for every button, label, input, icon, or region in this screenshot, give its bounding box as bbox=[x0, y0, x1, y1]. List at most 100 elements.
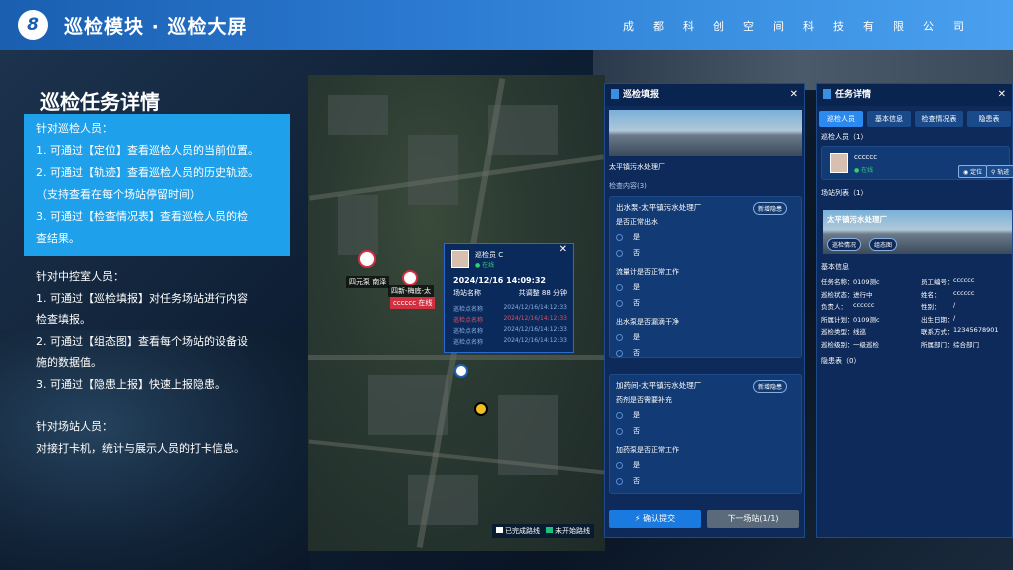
description-text: 针对中控室人员： 1. 可通过【巡检填报】对任务场站进行内容 检查填报。 2. … bbox=[36, 266, 296, 459]
note-line: 查结果。 bbox=[36, 232, 80, 245]
info-value: 进行中 bbox=[853, 290, 873, 299]
question: 流量计是否正常工作 bbox=[616, 268, 679, 276]
avatar bbox=[830, 153, 848, 173]
close-icon[interactable]: ✕ bbox=[998, 84, 1006, 106]
popup-row: 巡检点名称 2024/12/16/14:12:33 bbox=[453, 326, 567, 335]
add-hazard-button[interactable]: 新增隐患 bbox=[752, 380, 787, 393]
person-name: cccccc bbox=[854, 153, 878, 161]
inspector-notes: 针对巡检人员： 1. 可通过【定位】查看巡检人员的当前位置。 2. 可通过【轨迹… bbox=[24, 114, 290, 256]
option-no[interactable]: 否 bbox=[610, 345, 801, 361]
person-card: cccccc ● 在线 ◉ 定位 ⚲ 轨迹 bbox=[821, 146, 1013, 180]
map-legend: 已完成路线 未开始路线 bbox=[492, 524, 594, 538]
info-value: 线巡 bbox=[853, 328, 866, 336]
info-label: 任务名称： bbox=[821, 278, 854, 286]
popup-row: 巡检点名称 2024/12/16/14:12:33 bbox=[453, 337, 567, 346]
info-value: 综合部门 bbox=[953, 340, 979, 349]
popup-time: 2024/12/16 14:09:32 bbox=[453, 276, 546, 285]
legend-done: 已完成路线 bbox=[496, 526, 540, 536]
question: 加药泵是否正常工作 bbox=[616, 446, 679, 454]
section-number: 8 bbox=[18, 10, 48, 40]
close-icon[interactable]: ✕ bbox=[559, 244, 567, 255]
option-yes[interactable]: 是 bbox=[610, 407, 801, 423]
info-value: / bbox=[953, 301, 956, 309]
option-yes[interactable]: 是 bbox=[610, 229, 801, 245]
map-marker[interactable] bbox=[358, 250, 376, 268]
close-icon[interactable]: ✕ bbox=[790, 84, 798, 106]
note-line: 针对巡检人员： bbox=[36, 122, 113, 135]
note-line: 2. 可通过【轨迹】查看巡检人员的历史轨迹。 bbox=[36, 166, 259, 179]
info-label: 联系方式： bbox=[921, 328, 954, 336]
check-card: 出水泵-太平镇污水处理厂 新增隐患 是否正常出水 是 否 流量计是否正常工作 是… bbox=[609, 196, 802, 358]
info-value: 12345678901 bbox=[953, 326, 999, 334]
question: 是否正常出水 bbox=[616, 218, 658, 226]
info-label: 出生日期： bbox=[921, 315, 954, 324]
desc-line: 针对场站人员： bbox=[36, 420, 113, 433]
option-no[interactable]: 否 bbox=[610, 423, 801, 439]
tab-inspectors[interactable]: 巡检人员 bbox=[819, 111, 863, 127]
avatar bbox=[451, 250, 469, 268]
task-panel-title: 任务详情 ✕ bbox=[817, 84, 1012, 106]
info-label: 所属计划： bbox=[821, 315, 854, 324]
note-line: （支持查看在每个场站停留时间） bbox=[36, 188, 201, 201]
map-marker[interactable] bbox=[454, 364, 468, 378]
status-badge: ● 在线 bbox=[475, 262, 495, 269]
page-title: 巡检模块 · 巡检大屏 bbox=[64, 16, 248, 38]
info-label: 姓名： bbox=[921, 290, 941, 299]
basic-head: 基本信息 bbox=[821, 263, 849, 271]
info-value: 0109测c bbox=[853, 278, 880, 286]
locate-button[interactable]: ◉ 定位 bbox=[958, 165, 988, 178]
tab-basic-info[interactable]: 基本信息 bbox=[867, 111, 911, 127]
info-value: 0109测c bbox=[853, 315, 880, 324]
option-yes[interactable]: 是 bbox=[610, 279, 801, 295]
plant-name: 太平镇污水处理厂 bbox=[609, 163, 665, 171]
add-hazard-button[interactable]: 新增隐患 bbox=[752, 202, 787, 215]
option-yes[interactable]: 是 bbox=[610, 457, 801, 473]
note-line: 3. 可通过【检查情况表】查看巡检人员的检 bbox=[36, 210, 248, 223]
submit-button[interactable]: ⚡ 确认提交 bbox=[609, 510, 701, 528]
hazard-head: 隐患表（0） bbox=[821, 357, 861, 365]
option-no[interactable]: 否 bbox=[610, 473, 801, 489]
check-count: 检查内容(3) bbox=[609, 182, 647, 190]
option-yes[interactable]: 是 bbox=[610, 329, 801, 345]
info-label: 负责人： bbox=[821, 303, 847, 311]
desc-line: 施的数据值。 bbox=[36, 356, 102, 369]
option-no[interactable]: 否 bbox=[610, 245, 801, 261]
map-marker[interactable] bbox=[402, 270, 418, 286]
person-head: 巡检人员（1） bbox=[821, 133, 868, 141]
site-name: 太平镇污水处理厂 bbox=[827, 215, 887, 224]
fill-panel-title: 巡检填报 ✕ bbox=[605, 84, 804, 106]
desc-line: 对接打卡机，统计与展示人员的打卡信息。 bbox=[36, 441, 245, 455]
option-no[interactable]: 否 bbox=[610, 295, 801, 311]
map-label: 四元泵 南泽 bbox=[346, 276, 390, 288]
tab-hazard-table[interactable]: 隐患表 bbox=[967, 111, 1011, 127]
info-value: cccccc bbox=[953, 288, 975, 297]
status-badge: ● 在线 bbox=[854, 167, 874, 174]
diagram-button[interactable]: 组态图 bbox=[869, 238, 898, 251]
info-label: 员工编号： bbox=[921, 278, 954, 286]
site-image bbox=[609, 110, 802, 156]
question: 药剂是否需要补充 bbox=[616, 396, 672, 404]
tab-check-table[interactable]: 检查情况表 bbox=[915, 111, 963, 127]
task-panel: 任务详情 ✕ 巡检人员 基本信息 检查情况表 隐患表 巡检人员（1） cccccc… bbox=[816, 83, 1013, 538]
info-value: 一级巡检 bbox=[853, 340, 879, 349]
info-value: cccccc bbox=[953, 276, 975, 284]
info-label: 所属部门： bbox=[921, 340, 954, 349]
info-value: cccccc bbox=[853, 301, 875, 309]
desc-line: 针对中控室人员： bbox=[36, 270, 124, 283]
legend-pending: 未开始路线 bbox=[546, 526, 590, 536]
section-title: 巡检任务详情 bbox=[40, 90, 160, 114]
next-site-button[interactable]: 下一场站(1/1) bbox=[707, 510, 799, 528]
track-button[interactable]: ⚲ 轨迹 bbox=[986, 165, 1013, 178]
note-line: 1. 可通过【定位】查看巡检人员的当前位置。 bbox=[36, 144, 259, 157]
info-label: 巡检状态： bbox=[821, 290, 854, 299]
map-label: 四新-梅底-太 bbox=[388, 285, 435, 297]
desc-line: 3. 可通过【隐患上报】快速上报隐患。 bbox=[36, 377, 226, 391]
map-marker[interactable] bbox=[474, 402, 488, 416]
inspection-status-button[interactable]: 巡检情况 bbox=[827, 238, 862, 251]
company-name: 成都科创空间科技有限公司 bbox=[623, 20, 983, 33]
check-card: 加药间-太平镇污水处理厂 新增隐患 药剂是否需要补充 是 否 加药泵是否正常工作… bbox=[609, 374, 802, 494]
site-head: 场站列表（1） bbox=[821, 189, 868, 197]
popup-name: 巡检员 C bbox=[475, 251, 504, 259]
info-label: 性别： bbox=[921, 303, 941, 311]
header-bar: 8 巡检模块 · 巡检大屏 成都科创空间科技有限公司 bbox=[0, 0, 1013, 50]
